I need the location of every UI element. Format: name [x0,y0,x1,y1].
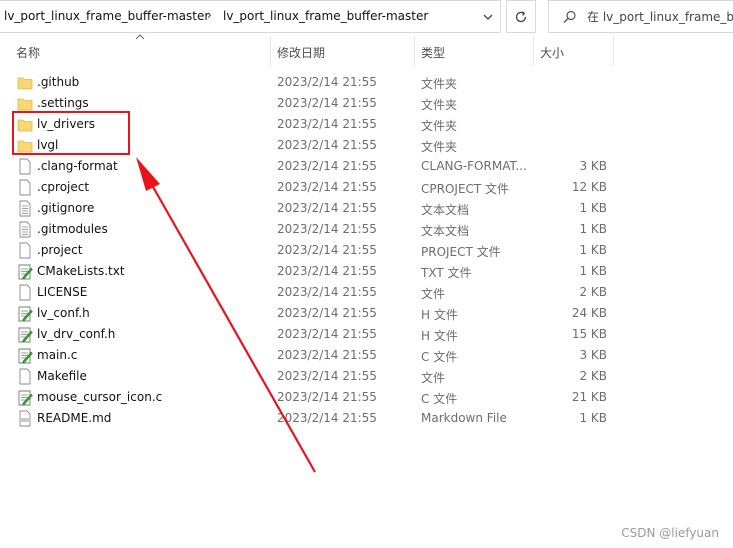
annotation-arrow [136,157,316,473]
watermark: CSDN @liefyuan [621,526,719,540]
